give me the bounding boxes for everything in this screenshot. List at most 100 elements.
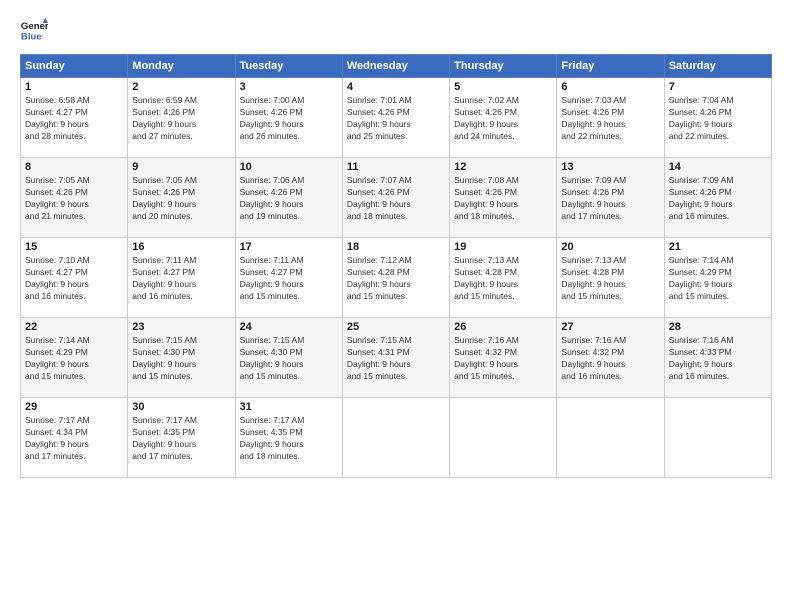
day-number: 23 (132, 321, 230, 333)
calendar-header-monday: Monday (128, 55, 235, 78)
calendar-cell: 17Sunrise: 7:11 AMSunset: 4:27 PMDayligh… (235, 238, 342, 318)
calendar-cell: 10 Sunrise: 7:06 AMSunset: 4:26 PMDayligh… (235, 158, 342, 238)
header: General Blue (20, 16, 772, 44)
day-info: Sunrise: 7:13 AMSunset: 4:28 PMDaylight:… (454, 255, 552, 303)
day-number: 19 (454, 241, 552, 253)
calendar-cell: 30 Sunrise: 7:17 AMSunset: 4:35 PMDayligh… (128, 398, 235, 478)
day-info: Sunrise: 7:16 AMSunset: 4:32 PMDaylight:… (454, 335, 552, 383)
day-number: 30 (132, 401, 230, 413)
calendar-cell: 3 Sunrise: 7:00 AMSunset: 4:26 PMDaylight… (235, 78, 342, 158)
day-number: 1 (25, 81, 123, 93)
day-number: 2 (132, 81, 230, 93)
logo-icon: General Blue (20, 16, 48, 44)
calendar-cell: 13 Sunrise: 7:09 AMSunset: 4:26 PMDayligh… (557, 158, 664, 238)
calendar-week-4: 22 Sunrise: 7:14 AMSunset: 4:29 PMDayligh… (21, 318, 772, 398)
day-number: 12 (454, 161, 552, 173)
calendar-cell: 24Sunrise: 7:15 AMSunset: 4:30 PMDayligh… (235, 318, 342, 398)
calendar-cell: 20Sunrise: 7:13 AMSunset: 4:28 PMDayligh… (557, 238, 664, 318)
calendar-cell: 22 Sunrise: 7:14 AMSunset: 4:29 PMDayligh… (21, 318, 128, 398)
day-info: Sunrise: 7:17 AMSunset: 4:35 PMDaylight:… (240, 415, 338, 463)
day-info: Sunrise: 7:09 AMSunset: 4:26 PMDaylight:… (669, 175, 767, 223)
day-info: Sunrise: 7:01 AMSunset: 4:26 PMDaylight:… (347, 95, 445, 143)
calendar-cell: 9 Sunrise: 7:05 AMSunset: 4:26 PMDaylight… (128, 158, 235, 238)
day-number: 13 (561, 161, 659, 173)
day-info: Sunrise: 7:09 AMSunset: 4:26 PMDaylight:… (561, 175, 659, 223)
calendar-week-3: 15 Sunrise: 7:10 AMSunset: 4:27 PMDayligh… (21, 238, 772, 318)
day-number: 31 (240, 401, 338, 413)
calendar-cell (557, 398, 664, 478)
day-info: Sunrise: 7:17 AMSunset: 4:35 PMDaylight:… (132, 415, 230, 463)
calendar-cell: 27Sunrise: 7:16 AMSunset: 4:32 PMDayligh… (557, 318, 664, 398)
day-number: 25 (347, 321, 445, 333)
calendar-week-2: 8 Sunrise: 7:05 AMSunset: 4:26 PMDaylight… (21, 158, 772, 238)
calendar-cell: 23 Sunrise: 7:15 AMSunset: 4:30 PMDayligh… (128, 318, 235, 398)
day-number: 22 (25, 321, 123, 333)
calendar-cell (450, 398, 557, 478)
day-info: Sunrise: 7:14 AMSunset: 4:29 PMDaylight:… (25, 335, 123, 383)
day-number: 17 (240, 241, 338, 253)
calendar-cell: 7 Sunrise: 7:04 AMSunset: 4:26 PMDaylight… (664, 78, 771, 158)
day-info: Sunrise: 7:10 AMSunset: 4:27 PMDaylight:… (25, 255, 123, 303)
day-number: 20 (561, 241, 659, 253)
calendar-header-sunday: Sunday (21, 55, 128, 78)
day-number: 18 (347, 241, 445, 253)
calendar-cell: 26 Sunrise: 7:16 AMSunset: 4:32 PMDayligh… (450, 318, 557, 398)
day-info: Sunrise: 7:08 AMSunset: 4:26 PMDaylight:… (454, 175, 552, 223)
calendar-header-thursday: Thursday (450, 55, 557, 78)
day-info: Sunrise: 7:11 AMSunset: 4:27 PMDaylight:… (132, 255, 230, 303)
calendar-cell: 1 Sunrise: 6:58 AMSunset: 4:27 PMDaylight… (21, 78, 128, 158)
day-info: Sunrise: 7:17 AMSunset: 4:34 PMDaylight:… (25, 415, 123, 463)
day-number: 26 (454, 321, 552, 333)
day-number: 29 (25, 401, 123, 413)
calendar-cell: 19 Sunrise: 7:13 AMSunset: 4:28 PMDayligh… (450, 238, 557, 318)
day-info: Sunrise: 7:05 AMSunset: 4:26 PMDaylight:… (132, 175, 230, 223)
day-number: 3 (240, 81, 338, 93)
calendar-cell: 14 Sunrise: 7:09 AMSunset: 4:26 PMDayligh… (664, 158, 771, 238)
calendar-cell: 4 Sunrise: 7:01 AMSunset: 4:26 PMDaylight… (342, 78, 449, 158)
day-number: 10 (240, 161, 338, 173)
day-number: 7 (669, 81, 767, 93)
day-number: 4 (347, 81, 445, 93)
day-info: Sunrise: 7:07 AMSunset: 4:26 PMDaylight:… (347, 175, 445, 223)
day-number: 15 (25, 241, 123, 253)
logo: General Blue (20, 16, 48, 44)
calendar-cell: 11Sunrise: 7:07 AMSunset: 4:26 PMDayligh… (342, 158, 449, 238)
day-number: 16 (132, 241, 230, 253)
day-number: 21 (669, 241, 767, 253)
calendar-cell (664, 398, 771, 478)
day-info: Sunrise: 7:15 AMSunset: 4:31 PMDaylight:… (347, 335, 445, 383)
day-number: 6 (561, 81, 659, 93)
page: General Blue SundayMondayTuesdayWednesda… (0, 0, 792, 612)
calendar-cell: 28Sunrise: 7:16 AMSunset: 4:33 PMDayligh… (664, 318, 771, 398)
calendar-cell: 31 Sunrise: 7:17 AMSunset: 4:35 PMDayligh… (235, 398, 342, 478)
calendar-week-1: 1 Sunrise: 6:58 AMSunset: 4:27 PMDaylight… (21, 78, 772, 158)
calendar-cell: 29 Sunrise: 7:17 AMSunset: 4:34 PMDayligh… (21, 398, 128, 478)
calendar-header-friday: Friday (557, 55, 664, 78)
svg-text:Blue: Blue (21, 32, 42, 43)
day-info: Sunrise: 7:15 AMSunset: 4:30 PMDaylight:… (132, 335, 230, 383)
day-number: 28 (669, 321, 767, 333)
calendar-cell: 21 Sunrise: 7:14 AMSunset: 4:29 PMDayligh… (664, 238, 771, 318)
day-number: 27 (561, 321, 659, 333)
day-info: Sunrise: 7:02 AMSunset: 4:26 PMDaylight:… (454, 95, 552, 143)
day-number: 8 (25, 161, 123, 173)
day-number: 9 (132, 161, 230, 173)
day-info: Sunrise: 7:06 AMSunset: 4:26 PMDaylight:… (240, 175, 338, 223)
calendar-header-row: SundayMondayTuesdayWednesdayThursdayFrid… (21, 55, 772, 78)
day-info: Sunrise: 7:12 AMSunset: 4:28 PMDaylight:… (347, 255, 445, 303)
day-info: Sunrise: 6:58 AMSunset: 4:27 PMDaylight:… (25, 95, 123, 143)
calendar-header-tuesday: Tuesday (235, 55, 342, 78)
calendar-header-wednesday: Wednesday (342, 55, 449, 78)
calendar-cell: 12 Sunrise: 7:08 AMSunset: 4:26 PMDayligh… (450, 158, 557, 238)
calendar-cell: 15 Sunrise: 7:10 AMSunset: 4:27 PMDayligh… (21, 238, 128, 318)
calendar-cell (342, 398, 449, 478)
calendar-cell: 18 Sunrise: 7:12 AMSunset: 4:28 PMDayligh… (342, 238, 449, 318)
day-info: Sunrise: 7:04 AMSunset: 4:26 PMDaylight:… (669, 95, 767, 143)
day-info: Sunrise: 7:14 AMSunset: 4:29 PMDaylight:… (669, 255, 767, 303)
calendar-header-saturday: Saturday (664, 55, 771, 78)
day-info: Sunrise: 7:00 AMSunset: 4:26 PMDaylight:… (240, 95, 338, 143)
calendar-cell: 8 Sunrise: 7:05 AMSunset: 4:26 PMDaylight… (21, 158, 128, 238)
day-number: 14 (669, 161, 767, 173)
day-info: Sunrise: 7:05 AMSunset: 4:26 PMDaylight:… (25, 175, 123, 223)
calendar-week-5: 29 Sunrise: 7:17 AMSunset: 4:34 PMDayligh… (21, 398, 772, 478)
